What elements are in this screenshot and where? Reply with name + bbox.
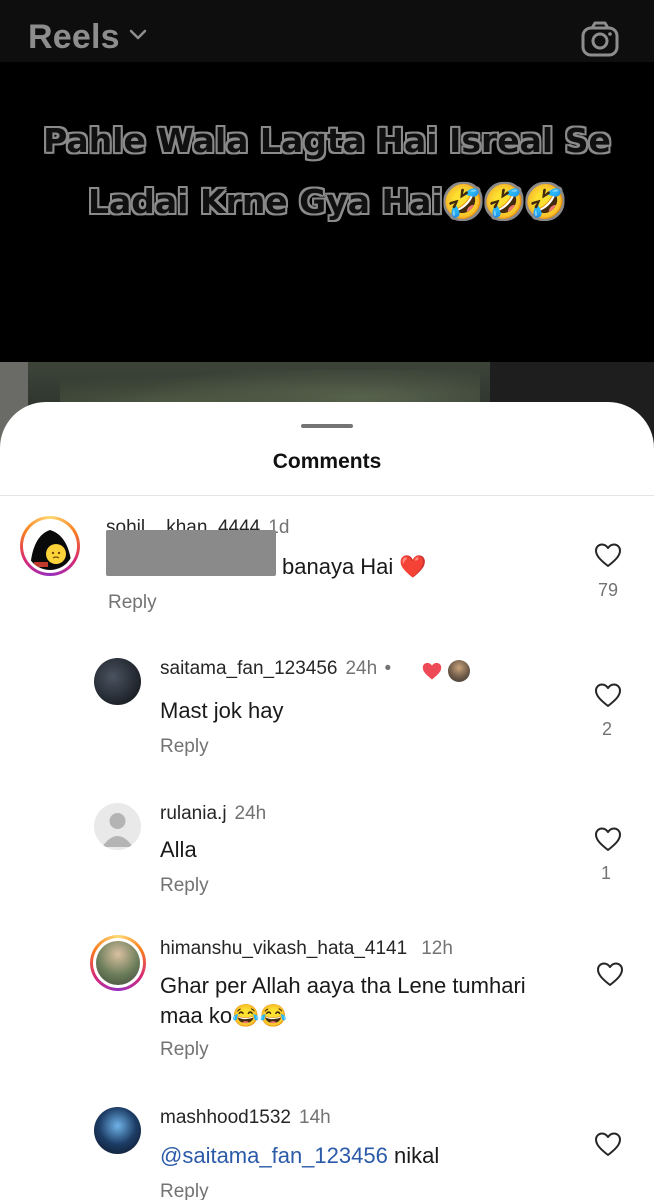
reply-button[interactable]: Reply — [108, 592, 157, 614]
mention-link[interactable]: @saitama_fan_123456 — [160, 1143, 388, 1168]
comments-sheet: Comments sohil__khan_4444 1d banaya Hai ❤… — [0, 402, 654, 1200]
comment-username[interactable]: rulania.j 24h — [160, 803, 266, 825]
username-text[interactable]: mashhood1532 — [160, 1107, 291, 1128]
top-bar: Reels — [0, 0, 654, 62]
like-count: 1 — [600, 863, 611, 883]
redacted-text — [106, 530, 276, 576]
username-text[interactable]: himanshu_vikash_hata_4141 — [160, 938, 407, 959]
heart-icon[interactable] — [594, 682, 622, 708]
sheet-title: Comments — [272, 450, 382, 473]
heart-icon[interactable] — [594, 1131, 622, 1157]
chevron-down-icon[interactable] — [128, 28, 148, 42]
camera-icon[interactable] — [580, 20, 620, 58]
comment-text: Mast jok hay — [160, 698, 284, 723]
comment-time: 14h — [299, 1107, 331, 1128]
reply-button[interactable]: Reply — [160, 736, 209, 758]
story-ring[interactable] — [20, 516, 80, 576]
drag-handle[interactable] — [301, 424, 353, 428]
comment-username[interactable]: saitama_fan_123456 24h • — [160, 658, 391, 680]
story-ring[interactable] — [90, 935, 146, 991]
reply-button[interactable]: Reply — [160, 875, 209, 897]
comment-text: Ghar per Allah aaya tha Lene tumhari maa… — [160, 973, 526, 1028]
comment-username[interactable]: mashhood1532 14h — [160, 1107, 331, 1129]
video-caption: Pahle Wala Lagta Hai Isreal Se Ladai Krn… — [43, 121, 611, 221]
comment-time: 24h — [345, 658, 378, 679]
avatar[interactable] — [94, 658, 141, 705]
comment-time: 12h — [421, 938, 453, 959]
like-count: 2 — [601, 719, 612, 739]
comment-text-body: nikal — [387, 1143, 440, 1168]
comment-username[interactable]: himanshu_vikash_hata_4141 12h — [160, 938, 453, 960]
author-avatar — [448, 660, 470, 682]
avatar[interactable] — [94, 803, 141, 850]
heart-icon[interactable] — [594, 826, 622, 852]
heart-icon[interactable] — [596, 961, 624, 987]
avatar[interactable] — [26, 522, 74, 570]
like-count: 79 — [597, 580, 619, 600]
comment-time: 24h — [234, 803, 267, 824]
heart-icon[interactable] — [594, 542, 622, 568]
comment-text: banaya Hai ❤️ — [282, 554, 427, 579]
divider — [0, 495, 654, 496]
username-text[interactable]: saitama_fan_123456 — [160, 658, 337, 679]
comment-text: @saitama_fan_123456 nikal — [160, 1141, 439, 1171]
comment-text: Alla — [160, 837, 197, 862]
separator-dot: • — [384, 658, 392, 679]
reply-button[interactable]: Reply — [160, 1181, 209, 1200]
avatar[interactable] — [94, 1107, 141, 1154]
author-liked-heart-icon — [422, 662, 442, 680]
username-text[interactable]: rulania.j — [160, 803, 227, 824]
avatar[interactable] — [96, 941, 140, 985]
reply-button[interactable]: Reply — [160, 1039, 209, 1061]
reels-title[interactable]: Reels — [28, 18, 120, 57]
